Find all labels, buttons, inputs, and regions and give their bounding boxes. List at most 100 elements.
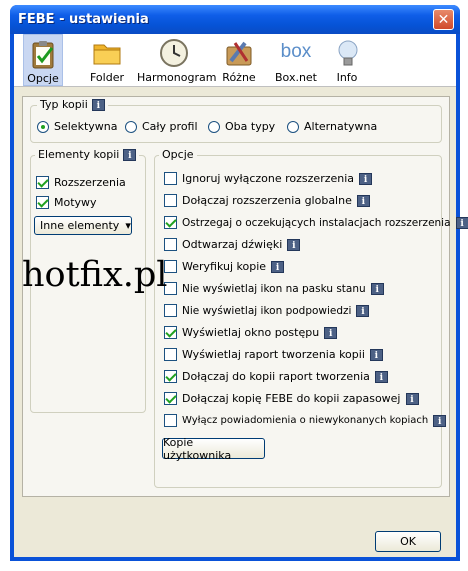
radio-label: Oba typy — [225, 120, 276, 133]
checkbox[interactable] — [164, 238, 177, 251]
opcje-group: Opcje Ignoruj wyłączone rozszerzenia i D… — [154, 148, 468, 488]
option-dolaczaj-globalne[interactable]: Dołączaj rozszerzenia globalne i — [164, 194, 370, 207]
radio-alternatywna[interactable]: Alternatywna — [287, 120, 377, 133]
option-ostrzegaj-instalacje[interactable]: Ostrzegaj o oczekujących instalacjach ro… — [164, 216, 468, 229]
checkbox[interactable] — [164, 370, 177, 383]
kopie-uzytkownika-button[interactable]: Kopie użytkownika — [162, 435, 265, 462]
lightbulb-icon — [338, 40, 358, 66]
info-icon[interactable]: i — [370, 282, 384, 295]
info-icon[interactable]: i — [123, 148, 137, 161]
info-icon[interactable]: i — [405, 392, 419, 405]
inne-elementy-dropdown[interactable]: Inne elementy ▾ — [34, 216, 132, 235]
option-raport-tworzenia[interactable]: Wyświetlaj raport tworzenia kopii i — [164, 348, 383, 361]
tab-boxnet[interactable]: box Box.net — [274, 34, 318, 86]
tab-harmonogram[interactable]: Harmonogram — [137, 34, 217, 86]
title-bar[interactable]: FEBE - ustawienia ✕ — [10, 5, 460, 34]
typ-kopii-legend: Typ kopii i — [37, 98, 108, 111]
info-icon[interactable]: i — [271, 260, 285, 273]
group-title: Typ kopii — [40, 98, 88, 111]
options-panel: Typ kopii i Selektywna Cały profil Oba t… — [22, 96, 468, 497]
watermark-text: hotfix.pl — [22, 255, 168, 295]
checkbox-label: Ignoruj wyłączone rozszerzenia — [182, 172, 355, 185]
checkbox[interactable] — [164, 194, 177, 207]
checkbox-label: Wyświetlaj okno postępu — [182, 326, 320, 339]
checkbox-label: Ostrzegaj o oczekujących instalacjach ro… — [182, 216, 451, 229]
tab-opcje[interactable]: Opcje — [23, 34, 63, 86]
option-dolaczaj-raport[interactable]: Dołączaj do kopii raport tworzenia i — [164, 370, 388, 383]
opcje-legend: Opcje — [159, 148, 197, 161]
tab-label: Box.net — [275, 71, 317, 84]
radio-oba-typy[interactable]: Oba typy — [208, 120, 275, 133]
option-dolaczaj-febe[interactable]: Dołączaj kopię FEBE do kopii zapasowej i — [164, 392, 419, 405]
info-icon[interactable]: i — [433, 414, 447, 427]
elementy-legend: Elementy kopii i — [35, 148, 140, 161]
box-logo-icon: box — [280, 41, 312, 62]
checkbox-label: Dołączaj rozszerzenia globalne — [182, 194, 352, 207]
tab-label: Info — [336, 71, 358, 84]
checkbox[interactable] — [36, 176, 49, 189]
radio-button[interactable] — [287, 120, 299, 133]
info-icon[interactable]: i — [356, 194, 370, 207]
checkbox[interactable] — [164, 304, 177, 317]
checkbox-label: Odtwarzaj dźwięki — [182, 238, 283, 251]
option-weryfikuj-kopie[interactable]: Weryfikuj kopie i — [164, 260, 285, 273]
info-icon[interactable]: i — [91, 98, 105, 111]
typ-kopii-group: Typ kopii i Selektywna Cały profil Oba t… — [30, 98, 442, 143]
option-odtwarzaj-dzwieki[interactable]: Odtwarzaj dźwięki i — [164, 238, 301, 251]
checkbox-label: Motywy — [54, 196, 97, 209]
tab-folder[interactable]: Folder — [86, 34, 128, 86]
clock-icon — [160, 39, 188, 67]
radio-label: Selektywna — [54, 120, 118, 133]
info-icon[interactable]: i — [287, 238, 301, 251]
option-okno-postepu[interactable]: Wyświetlaj okno postępu i — [164, 326, 338, 339]
tab-label: Różne — [222, 71, 256, 84]
checkbox-label: Nie wyświetlaj ikon podpowiedzi — [182, 304, 352, 317]
close-button[interactable]: ✕ — [433, 9, 454, 30]
tab-rozne[interactable]: Różne — [219, 34, 259, 86]
checkbox-label: Wyświetlaj raport tworzenia kopii — [182, 348, 365, 361]
checkbox-label: Rozszerzenia — [54, 176, 126, 189]
checkbox[interactable] — [36, 196, 49, 209]
radio-button[interactable] — [208, 120, 220, 133]
radio-button[interactable] — [125, 120, 137, 133]
tab-label: Harmonogram — [137, 71, 217, 84]
checkbox[interactable] — [164, 216, 177, 229]
option-ignoruj-wylaczone[interactable]: Ignoruj wyłączone rozszerzenia i — [164, 172, 373, 185]
button-label: Kopie użytkownika — [163, 435, 232, 462]
checkbox[interactable] — [164, 326, 177, 339]
checkbox-label: Dołączaj do kopii raport tworzenia — [182, 370, 370, 383]
radio-label: Cały profil — [142, 120, 198, 133]
chevron-down-icon: ▾ — [125, 219, 131, 232]
checkbox[interactable] — [164, 392, 177, 405]
tab-label: Opcje — [27, 72, 59, 85]
option-nie-wyswietlaj-ikon-pasek[interactable]: Nie wyświetlaj ikon na pasku stanu i — [164, 282, 384, 295]
folder-icon — [93, 44, 121, 65]
option-nie-wyswietlaj-podpowiedzi[interactable]: Nie wyświetlaj ikon podpowiedzi i — [164, 304, 370, 317]
option-wylacz-powiadomienia[interactable]: Wyłącz powiadomienia o niewykonanych kop… — [164, 414, 447, 427]
group-title: Elementy kopii — [38, 148, 120, 161]
ok-button[interactable]: OK — [375, 531, 441, 552]
tab-info[interactable]: Info — [332, 34, 362, 86]
tab-label: Folder — [90, 71, 124, 84]
info-icon[interactable]: i — [455, 216, 468, 229]
button-label: OK — [400, 535, 416, 548]
info-icon[interactable]: i — [374, 370, 388, 383]
info-icon[interactable]: i — [369, 348, 383, 361]
radio-selektywna[interactable]: Selektywna — [37, 120, 117, 133]
radio-caly-profil[interactable]: Cały profil — [125, 120, 198, 133]
info-icon[interactable]: i — [356, 304, 370, 317]
dropdown-label: Inne elementy — [40, 219, 120, 232]
checkbox-rozszerzenia[interactable]: Rozszerzenia — [36, 176, 126, 189]
info-icon[interactable]: i — [359, 172, 373, 185]
checkbox[interactable] — [164, 172, 177, 185]
checkbox-label: Nie wyświetlaj ikon na pasku stanu — [182, 282, 366, 295]
checkbox[interactable] — [164, 348, 177, 361]
close-icon: ✕ — [437, 11, 450, 28]
tools-icon — [226, 41, 252, 66]
checkbox-label: Weryfikuj kopie — [182, 260, 267, 273]
checkbox[interactable] — [164, 414, 177, 427]
info-icon[interactable]: i — [324, 326, 338, 339]
checkbox-motywy[interactable]: Motywy — [36, 196, 97, 209]
clipboard-check-icon — [32, 41, 54, 69]
radio-button[interactable] — [37, 120, 49, 133]
